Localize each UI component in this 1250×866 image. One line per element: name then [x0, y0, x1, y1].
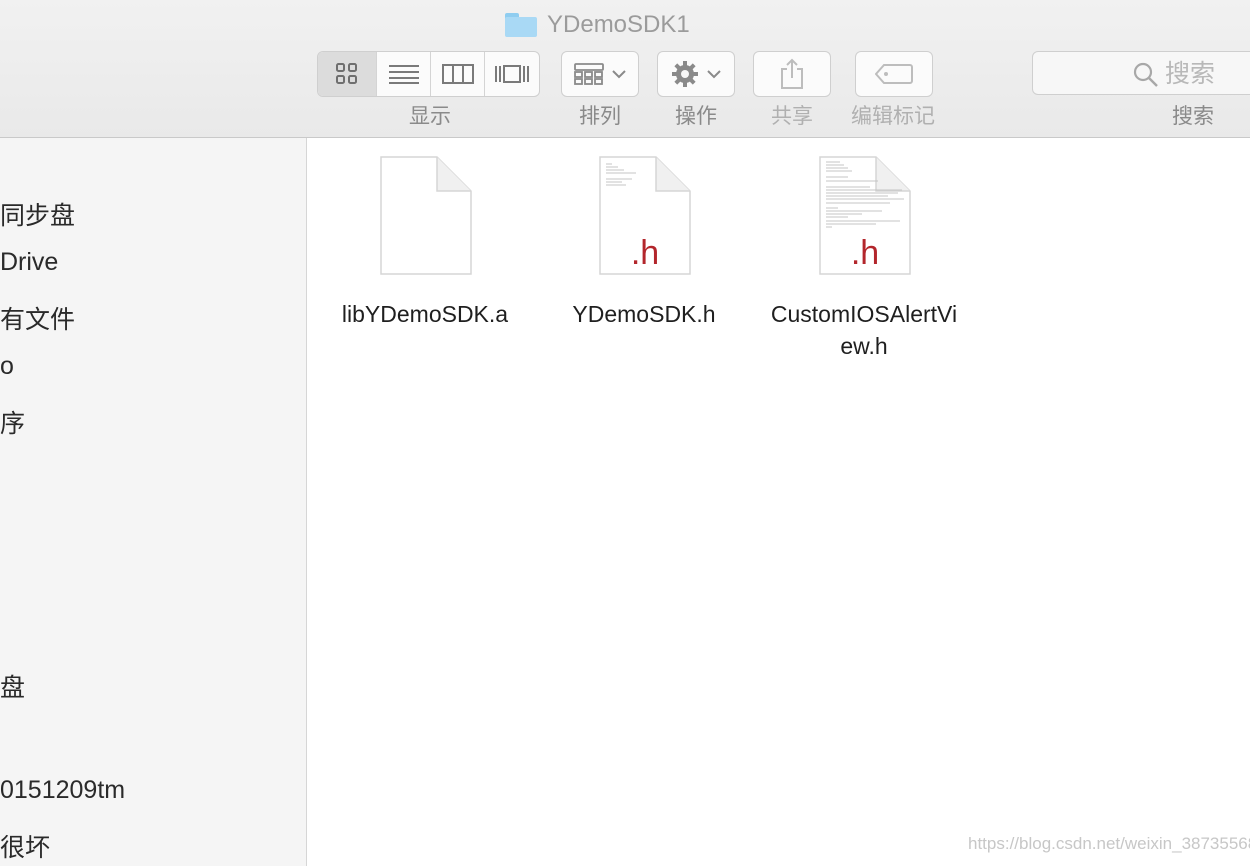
gear-icon	[672, 61, 698, 87]
sidebar-item[interactable]: 盘	[0, 668, 25, 704]
chevron-down-icon	[612, 70, 626, 79]
view-label: 显示	[409, 105, 451, 128]
search-icon	[1133, 62, 1158, 87]
tag-icon	[875, 64, 913, 84]
sidebar-item[interactable]: 很坏	[0, 828, 50, 864]
icon-grid-icon	[335, 63, 357, 84]
folder-icon	[505, 13, 537, 37]
edit-tags-label: 编辑标记	[851, 105, 935, 128]
sidebar: 同步盘 Drive 有文件 o 序 盘 0151209tm 很坏	[0, 138, 307, 866]
action-button[interactable]	[657, 51, 735, 97]
icon-view-button[interactable]	[318, 52, 377, 96]
edit-tags-button[interactable]	[855, 51, 933, 97]
sidebar-item[interactable]: 有文件	[0, 300, 75, 336]
search-input[interactable]	[1165, 58, 1250, 88]
share-button[interactable]	[753, 51, 831, 97]
gallery-icon	[495, 65, 530, 83]
window-title-text: YDemoSDK1	[547, 11, 690, 38]
arrange-button[interactable]	[561, 51, 639, 97]
sidebar-item[interactable]: 0151209tm	[0, 776, 125, 805]
arrange-label: 排列	[579, 105, 621, 128]
share-label: 共享	[771, 105, 813, 128]
search-label: 搜索	[1172, 105, 1214, 128]
share-icon	[781, 58, 803, 89]
header-file-icon: .h	[599, 156, 691, 275]
header-file-icon: .h	[819, 156, 911, 275]
toolbar: YDemoSDK1 显示 排列 操作 共享 编辑标记 搜索 搜索	[0, 0, 1250, 138]
file-name: libYDemoSDK.a	[341, 301, 509, 327]
header-badge: .h	[631, 234, 659, 272]
file-name-line: CustomIOSAlertVi	[770, 301, 958, 327]
arrange-grid-icon	[574, 63, 604, 85]
generic-file-icon	[380, 156, 472, 275]
chevron-down-icon	[707, 70, 721, 79]
sidebar-item[interactable]: Drive	[0, 248, 58, 277]
list-view-button[interactable]	[377, 52, 432, 96]
window-title: YDemoSDK1	[505, 8, 690, 42]
file-name: CustomIOSAlertVi ew.h	[754, 298, 974, 362]
sidebar-item[interactable]: 同步盘	[0, 196, 75, 232]
watermark: https://blog.csdn.net/weixin_38735568	[968, 834, 1250, 853]
gallery-view-button[interactable]	[485, 52, 539, 96]
view-mode-control	[317, 51, 540, 97]
column-view-button[interactable]	[431, 52, 486, 96]
action-label: 操作	[675, 105, 717, 128]
file-name-line: ew.h	[840, 333, 888, 359]
sidebar-item[interactable]: o	[0, 352, 14, 381]
columns-icon	[441, 64, 474, 84]
search-field[interactable]	[1032, 51, 1250, 95]
finder-window: YDemoSDK1 显示 排列 操作 共享 编辑标记 搜索 搜索 同步盘 Dri…	[0, 0, 1250, 866]
sidebar-item[interactable]: 序	[0, 404, 25, 440]
file-browser: libYDemoSDK.a .h YDemoSDK.h .h CustomIOS…	[307, 138, 1250, 866]
file-name: YDemoSDK.h	[572, 301, 716, 327]
header-badge: .h	[851, 234, 879, 272]
list-icon	[388, 65, 419, 84]
